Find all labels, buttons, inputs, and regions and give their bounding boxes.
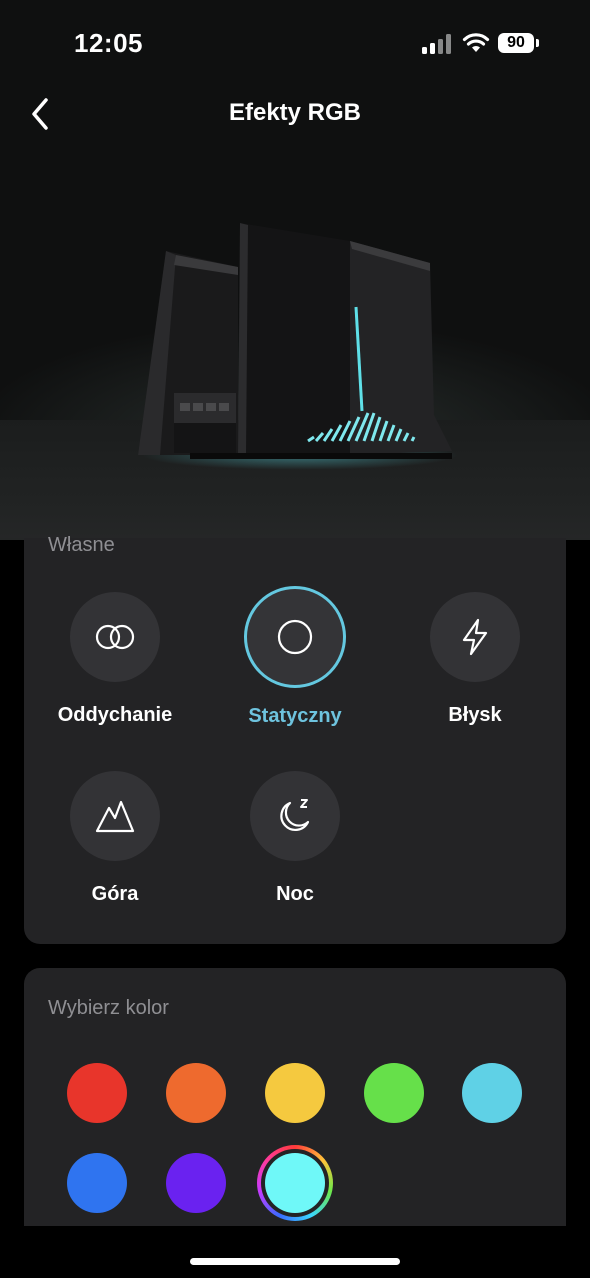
effect-breathing-label: Oddychanie — [57, 704, 173, 726]
effect-breathing-button[interactable] — [70, 592, 160, 682]
effect-night-label: Noc — [276, 883, 314, 905]
home-indicator[interactable] — [190, 1258, 400, 1265]
effect-mountain-button[interactable] — [70, 771, 160, 861]
effect-static[interactable]: Statyczny — [205, 586, 385, 728]
static-icon — [277, 619, 313, 655]
effect-flash-button[interactable] — [430, 592, 520, 682]
bottom-area — [0, 1226, 590, 1278]
effect-night-button[interactable] — [250, 771, 340, 861]
color-swatch[interactable] — [67, 1063, 127, 1123]
color-swatch[interactable] — [364, 1063, 424, 1123]
page-title: Efekty RGB — [228, 99, 362, 126]
night-icon — [280, 799, 310, 832]
mountain-icon — [95, 800, 135, 833]
breathing-icon — [95, 624, 135, 650]
effect-mountain-label: Góra — [91, 883, 139, 905]
color-swatch[interactable] — [67, 1153, 127, 1213]
effect-mountain[interactable]: Góra — [25, 771, 205, 906]
color-swatch[interactable] — [462, 1063, 522, 1123]
effect-night[interactable]: Noc — [205, 771, 385, 906]
effect-static-label: Statyczny — [248, 705, 342, 727]
status-bar: 12:05 90 — [0, 0, 590, 90]
effect-breathing[interactable]: Oddychanie — [25, 592, 205, 727]
wifi-icon — [462, 33, 490, 52]
cellular-signal-icon — [422, 34, 454, 54]
color-swatch-selected[interactable] — [257, 1145, 333, 1221]
effect-flash-label: Błysk — [448, 704, 502, 726]
battery-tip — [536, 39, 539, 47]
battery-level: 90 — [498, 33, 534, 53]
color-swatch[interactable] — [166, 1153, 226, 1213]
effect-flash[interactable]: Błysk — [385, 592, 565, 727]
effects-section-label: Własne — [48, 534, 115, 556]
status-time: 12:05 — [74, 28, 143, 58]
colors-section-label: Wybierz kolor — [48, 997, 169, 1019]
flash-icon — [462, 618, 488, 656]
color-swatch[interactable] — [265, 1063, 325, 1123]
color-swatch[interactable] — [166, 1063, 226, 1123]
router-image — [138, 223, 452, 459]
effect-static-button[interactable] — [244, 586, 346, 688]
